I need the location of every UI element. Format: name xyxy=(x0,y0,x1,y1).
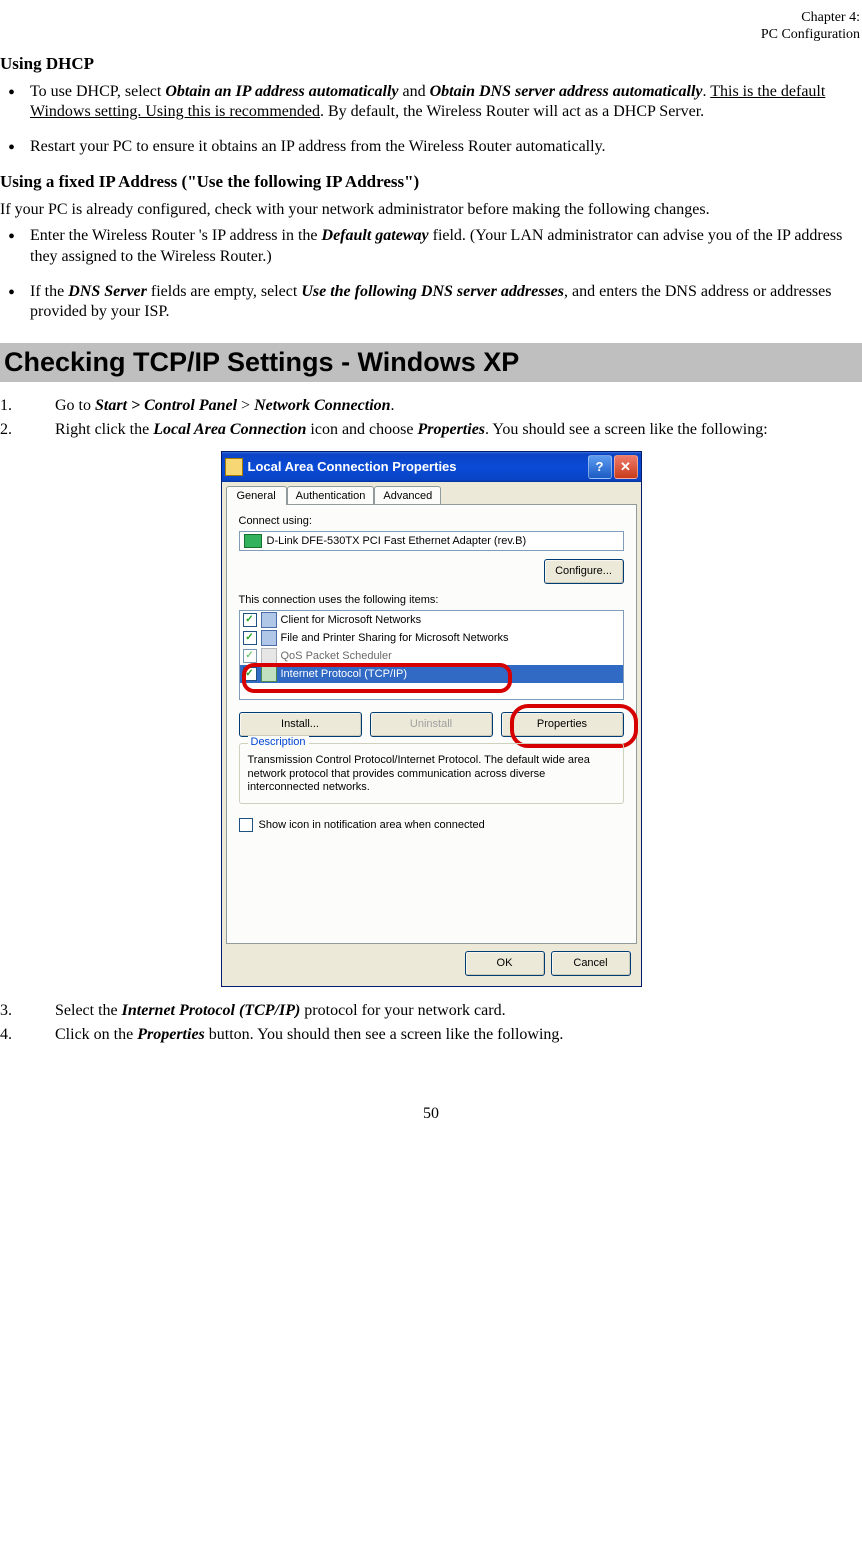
configure-button[interactable]: Configure... xyxy=(544,559,624,584)
service-icon xyxy=(261,666,277,682)
page-number: 50 xyxy=(0,1105,862,1123)
service-icon xyxy=(261,648,277,664)
step-2: 2. Right click the Local Area Connection… xyxy=(0,420,862,441)
list-item[interactable]: ✓ Client for Microsoft Networks xyxy=(240,611,623,629)
list-item[interactable]: ✓ File and Printer Sharing for Microsoft… xyxy=(240,629,623,647)
uninstall-button[interactable]: Uninstall xyxy=(370,712,493,737)
dhcp-bullet-1: To use DHCP, select Obtain an IP address… xyxy=(30,82,860,124)
checkbox-icon[interactable]: ✓ xyxy=(243,649,257,663)
tab-body: Connect using: D-Link DFE-530TX PCI Fast… xyxy=(226,504,637,944)
step-1: 1. Go to Start > Control Panel > Network… xyxy=(0,396,862,417)
adapter-field: D-Link DFE-530TX PCI Fast Ethernet Adapt… xyxy=(239,531,624,551)
description-group: Description Transmission Control Protoco… xyxy=(239,743,624,804)
fixed-ip-intro: If your PC is already configured, check … xyxy=(0,200,862,220)
checkbox-icon[interactable]: ✓ xyxy=(243,613,257,627)
fixed-bullet-1: Enter the Wireless Router 's IP address … xyxy=(30,226,860,268)
lac-properties-dialog: Local Area Connection Properties ? ✕ Gen… xyxy=(221,451,642,987)
tab-bar: General Authentication Advanced xyxy=(222,482,641,505)
items-label: This connection uses the following items… xyxy=(239,594,624,606)
cancel-button[interactable]: Cancel xyxy=(551,951,631,976)
nic-icon xyxy=(244,534,262,548)
service-icon xyxy=(261,612,277,628)
items-list[interactable]: ✓ Client for Microsoft Networks ✓ File a… xyxy=(239,610,624,700)
ok-button[interactable]: OK xyxy=(465,951,545,976)
list-item-selected[interactable]: ✓ Internet Protocol (TCP/IP) xyxy=(240,665,623,683)
step-4: 4. Click on the Properties button. You s… xyxy=(0,1025,862,1046)
dhcp-bullet-2: Restart your PC to ensure it obtains an … xyxy=(30,137,860,158)
properties-button[interactable]: Properties xyxy=(501,712,624,737)
page-header: Chapter 4: PC Configuration xyxy=(0,10,862,44)
window-title: Local Area Connection Properties xyxy=(248,459,586,474)
tab-advanced[interactable]: Advanced xyxy=(374,486,441,505)
show-icon-label: Show icon in notification area when conn… xyxy=(259,819,485,831)
step-3: 3. Select the Internet Protocol (TCP/IP)… xyxy=(0,1001,862,1022)
header-line2: PC Configuration xyxy=(761,27,860,42)
tab-general[interactable]: General xyxy=(226,486,287,505)
section-fixed-ip: Using a fixed IP Address ("Use the follo… xyxy=(0,172,862,192)
header-line1: Chapter 4: xyxy=(801,10,860,25)
show-icon-row[interactable]: Show icon in notification area when conn… xyxy=(239,818,624,832)
big-section-title: Checking TCP/IP Settings - Windows XP xyxy=(0,343,862,382)
help-button[interactable]: ? xyxy=(588,455,612,479)
tab-authentication[interactable]: Authentication xyxy=(287,486,375,505)
window-icon xyxy=(225,458,243,476)
show-icon-checkbox[interactable] xyxy=(239,818,253,832)
screenshot-figure: Local Area Connection Properties ? ✕ Gen… xyxy=(221,451,642,987)
description-title: Description xyxy=(248,736,309,748)
fixed-bullet-2: If the DNS Server fields are empty, sele… xyxy=(30,282,860,324)
close-button[interactable]: ✕ xyxy=(614,455,638,479)
service-icon xyxy=(261,630,277,646)
titlebar[interactable]: Local Area Connection Properties ? ✕ xyxy=(222,452,641,482)
list-item[interactable]: ✓ QoS Packet Scheduler xyxy=(240,647,623,665)
checkbox-icon[interactable]: ✓ xyxy=(243,631,257,645)
checkbox-icon[interactable]: ✓ xyxy=(243,667,257,681)
install-button[interactable]: Install... xyxy=(239,712,362,737)
adapter-text: D-Link DFE-530TX PCI Fast Ethernet Adapt… xyxy=(267,535,527,547)
connect-using-label: Connect using: xyxy=(239,515,624,527)
section-using-dhcp: Using DHCP xyxy=(0,54,862,74)
description-text: Transmission Control Protocol/Internet P… xyxy=(248,754,615,795)
